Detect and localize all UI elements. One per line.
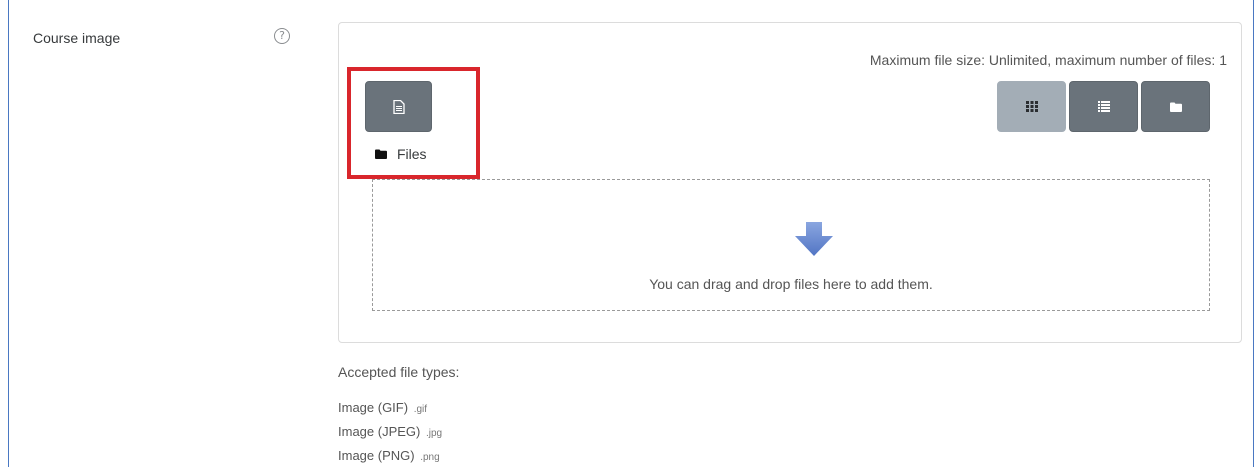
- drop-zone[interactable]: You can drag and drop files here to add …: [372, 179, 1210, 311]
- accepted-type-item: Image (JPEG) .jpg: [338, 424, 442, 439]
- type-label: Image (JPEG): [338, 424, 421, 439]
- down-arrow-icon: [795, 222, 833, 256]
- question-circle-icon[interactable]: ?: [274, 28, 290, 44]
- accepted-types-title: Accepted file types:: [338, 364, 460, 380]
- max-file-size-text: Maximum file size: Unlimited, maximum nu…: [869, 52, 1227, 68]
- folder-icon: [1169, 102, 1182, 112]
- list-icon: [1097, 101, 1110, 112]
- drop-zone-text: You can drag and drop files here to add …: [649, 276, 933, 292]
- field-label: Course image: [33, 30, 121, 46]
- accepted-type-item: Image (GIF) .gif: [338, 400, 427, 415]
- view-toggle-group: [997, 81, 1210, 132]
- type-extension: .jpg: [425, 428, 443, 439]
- list-view-button[interactable]: [1069, 81, 1138, 132]
- type-extension: .gif: [413, 404, 428, 415]
- type-extension: .png: [420, 452, 440, 463]
- accepted-type-item: Image (PNG) .png: [338, 448, 440, 463]
- grid-icon: [1025, 101, 1038, 112]
- type-label: Image (PNG): [338, 448, 415, 463]
- type-label: Image (GIF): [338, 400, 409, 415]
- highlight-annotation: [347, 67, 480, 179]
- tree-view-button[interactable]: [1141, 81, 1210, 132]
- icons-view-button[interactable]: [997, 81, 1066, 132]
- file-manager: Maximum file size: Unlimited, maximum nu…: [338, 22, 1242, 343]
